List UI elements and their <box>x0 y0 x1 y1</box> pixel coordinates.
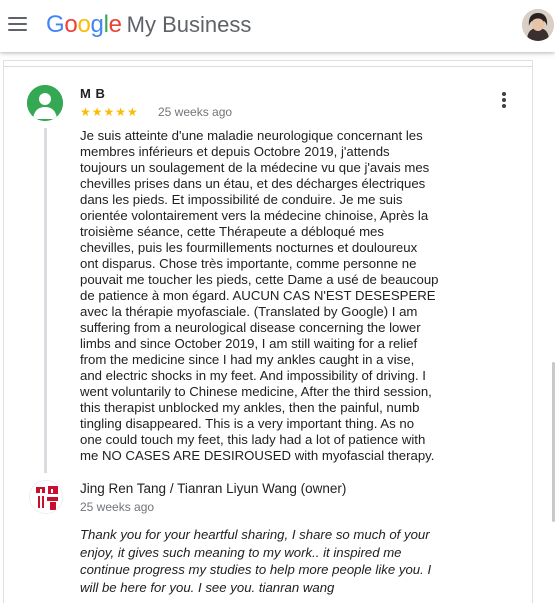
divider <box>4 66 532 67</box>
owner-avatar <box>29 480 63 514</box>
review-text: Je suis atteinte d'une maladie neurologi… <box>80 128 439 463</box>
menu-icon[interactable] <box>7 13 29 35</box>
owner-reply-age: 25 weeks ago <box>80 500 155 514</box>
more-vert-icon[interactable] <box>495 90 513 110</box>
reviewer-name[interactable]: M B <box>80 86 105 101</box>
product-name: My Business <box>126 12 252 37</box>
thread-line <box>44 128 47 473</box>
star-rating: ★★★★★ <box>80 105 139 119</box>
account-avatar[interactable] <box>522 9 554 41</box>
review-age: 25 weeks ago <box>158 105 233 119</box>
reviewer-avatar <box>27 85 63 121</box>
app-bar: Google My Business <box>0 0 555 52</box>
owner-name: Jing Ren Tang / Tianran Liyun Wang (owne… <box>80 481 347 496</box>
brand-logo[interactable]: Google My Business <box>46 11 251 41</box>
google-logo: Google <box>46 11 122 38</box>
owner-reply-text: Thank you for your heartful sharing, I s… <box>80 527 432 595</box>
